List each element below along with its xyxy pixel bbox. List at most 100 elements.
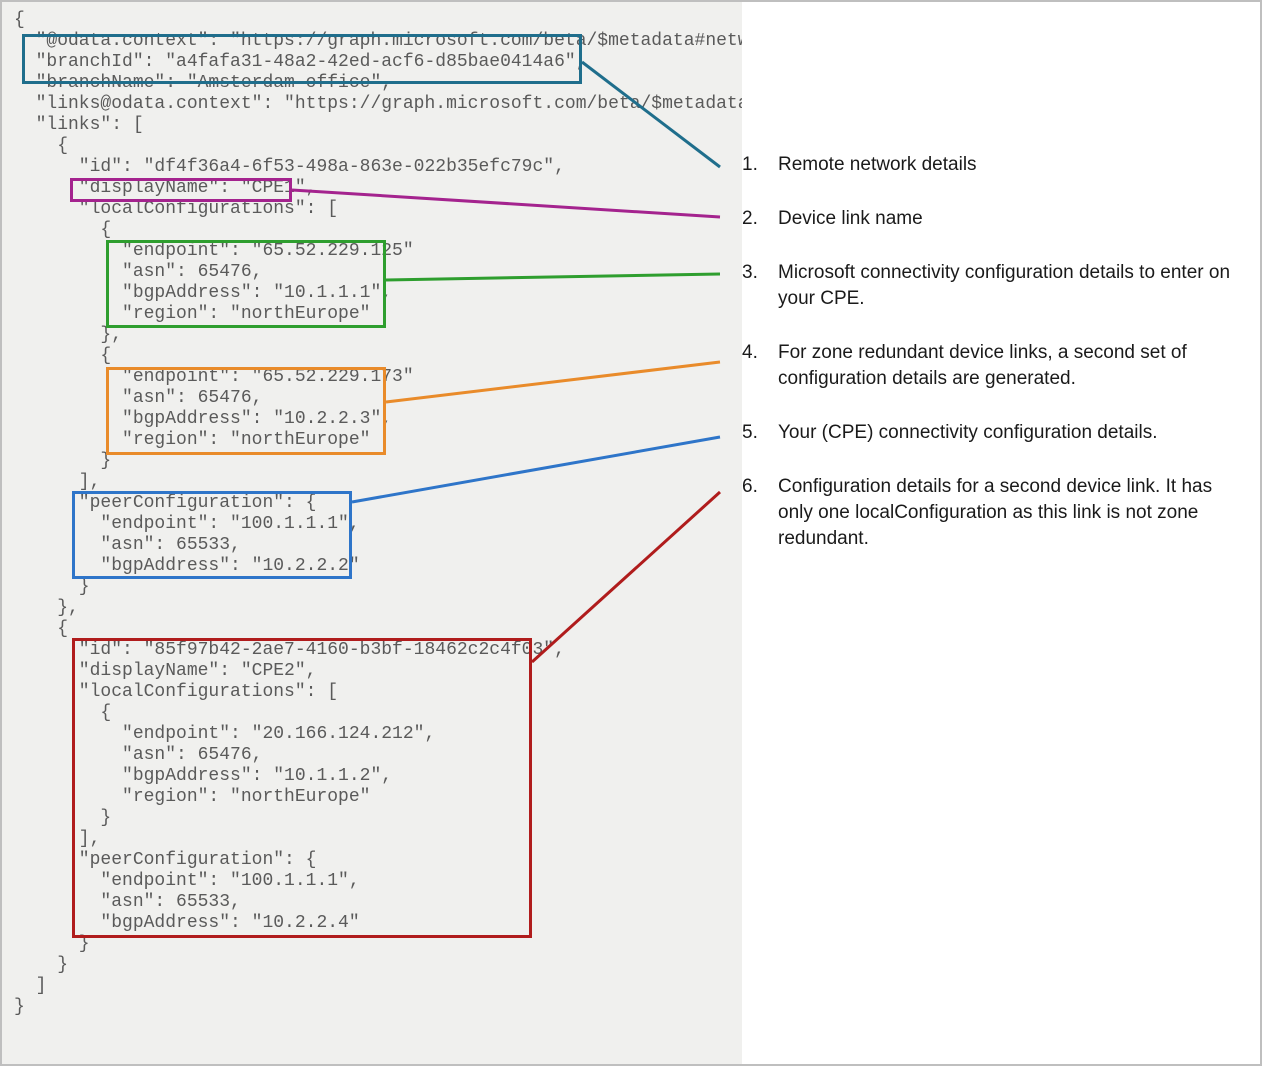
code-line: "peerConfiguration": { bbox=[14, 850, 742, 871]
code-text: "region": "northEurope" bbox=[14, 304, 370, 325]
code-text: ], bbox=[14, 472, 100, 493]
code-text: { bbox=[14, 703, 111, 724]
code-text: } bbox=[14, 808, 111, 829]
code-line: }, bbox=[14, 598, 742, 619]
code-text: }, bbox=[14, 325, 122, 346]
annotation-text: Remote network details bbox=[778, 152, 977, 178]
code-text: "displayName": "CPE1", bbox=[14, 178, 316, 199]
code-line: "region": "northEurope" bbox=[14, 304, 742, 325]
code-text: "branchName": "Amsterdam office", bbox=[14, 73, 392, 94]
code-line: "branchName": "Amsterdam office", bbox=[14, 73, 742, 94]
annotation-number: 5. bbox=[742, 420, 764, 446]
code-text: "endpoint": "100.1.1.1", bbox=[14, 514, 360, 535]
code-text: "localConfigurations": [ bbox=[14, 199, 338, 220]
code-text: "endpoint": "100.1.1.1", bbox=[14, 871, 360, 892]
code-line: "id": "85f97b42-2ae7-4160-b3bf-18462c2c4… bbox=[14, 640, 742, 661]
code-text: "asn": 65533, bbox=[14, 535, 241, 556]
code-line: "endpoint": "100.1.1.1", bbox=[14, 871, 742, 892]
annotation-list: 1. Remote network details 2. Device link na… bbox=[742, 2, 1262, 580]
code-text: "localConfigurations": [ bbox=[14, 682, 338, 703]
code-text: "asn": 65476, bbox=[14, 745, 262, 766]
code-text: } bbox=[14, 955, 68, 976]
code-text: "@odata.context": "https://graph.microso… bbox=[14, 31, 742, 52]
annotation-item: 6.Configuration details for a second dev… bbox=[742, 474, 1242, 552]
code-line: "endpoint": "20.166.124.212", bbox=[14, 724, 742, 745]
code-line: "asn": 65533, bbox=[14, 892, 742, 913]
annotation-item: 3. Microsoft connectivity configuration d… bbox=[742, 260, 1242, 312]
code-text: "asn": 65476, bbox=[14, 262, 262, 283]
code-line: "branchId": "a4fafa31-48a2-42ed-acf6-d85… bbox=[14, 52, 742, 73]
code-line: ], bbox=[14, 472, 742, 493]
code-text: "endpoint": "20.166.124.212", bbox=[14, 724, 435, 745]
code-line: "@odata.context": "https://graph.microso… bbox=[14, 31, 742, 52]
code-text: "asn": 65476, bbox=[14, 388, 262, 409]
code-line: } bbox=[14, 955, 742, 976]
code-text: "endpoint": "65.52.229.173" bbox=[14, 367, 414, 388]
code-line: "bgpAddress": "10.1.1.2", bbox=[14, 766, 742, 787]
code-line: "endpoint": "65.52.229.125" bbox=[14, 241, 742, 262]
code-line: { bbox=[14, 10, 742, 31]
code-text: "id": "df4f36a4-6f53-498a-863e-022b35efc… bbox=[14, 157, 565, 178]
annotation-number: 2. bbox=[742, 206, 764, 232]
code-line: "asn": 65533, bbox=[14, 535, 742, 556]
code-line: "endpoint": "65.52.229.173" bbox=[14, 367, 742, 388]
code-text: "links": [ bbox=[14, 115, 144, 136]
code-text: { bbox=[14, 619, 68, 640]
annotation-item: 1. Remote network details bbox=[742, 152, 1242, 178]
annotation-item: 5. Your (CPE) connectivity configuration … bbox=[742, 420, 1242, 446]
code-text: "bgpAddress": "10.2.2.4" bbox=[14, 913, 360, 934]
code-line: "bgpAddress": "10.2.2.2" bbox=[14, 556, 742, 577]
annotation-number: 4. bbox=[742, 340, 764, 392]
code-text: }, bbox=[14, 598, 79, 619]
code-text: ] bbox=[14, 976, 46, 997]
annotation-item: 4. For zone redundant device links, a sec… bbox=[742, 340, 1242, 392]
code-line: "displayName": "CPE1", bbox=[14, 178, 742, 199]
code-line: } bbox=[14, 451, 742, 472]
code-text: "endpoint": "65.52.229.125" bbox=[14, 241, 414, 262]
annotation-number: 3. bbox=[742, 260, 764, 312]
json-code-block: { "@odata.context": "https://graph.micro… bbox=[2, 2, 742, 1064]
annotation-number: 6. bbox=[742, 474, 764, 552]
annotation-text: For zone redundant device links, a secon… bbox=[778, 340, 1242, 392]
code-text: "id": "85f97b42-2ae7-4160-b3bf-18462c2c4… bbox=[14, 640, 565, 661]
code-line: "region": "northEurope" bbox=[14, 430, 742, 451]
code-line: "endpoint": "100.1.1.1", bbox=[14, 514, 742, 535]
code-text: "asn": 65533, bbox=[14, 892, 241, 913]
code-line: "peerConfiguration": { bbox=[14, 493, 742, 514]
code-text: { bbox=[14, 346, 111, 367]
code-line: "bgpAddress": "10.2.2.4" bbox=[14, 913, 742, 934]
code-text: } bbox=[14, 577, 90, 598]
code-text: "branchId": "a4fafa31-48a2-42ed-acf6-d85… bbox=[14, 52, 587, 73]
code-line: ] bbox=[14, 976, 742, 997]
code-line: } bbox=[14, 997, 742, 1018]
annotation-item: 2. Device link name bbox=[742, 206, 1242, 232]
code-text: { bbox=[14, 136, 68, 157]
code-text: "displayName": "CPE2", bbox=[14, 661, 316, 682]
code-text: "region": "northEurope" bbox=[14, 430, 370, 451]
code-line: } bbox=[14, 934, 742, 955]
annotation-text: Device link name bbox=[778, 206, 923, 232]
code-line: "bgpAddress": "10.1.1.1", bbox=[14, 283, 742, 304]
annotation-number: 1. bbox=[742, 152, 764, 178]
code-line: }, bbox=[14, 325, 742, 346]
code-line: ], bbox=[14, 829, 742, 850]
code-line: } bbox=[14, 808, 742, 829]
code-text: "links@odata.context": "https://graph.mi… bbox=[14, 94, 742, 115]
code-line: { bbox=[14, 703, 742, 724]
code-text: } bbox=[14, 451, 111, 472]
code-line: { bbox=[14, 136, 742, 157]
annotation-text: Your (CPE) connectivity configuration de… bbox=[778, 420, 1158, 446]
code-line: } bbox=[14, 577, 742, 598]
code-text: { bbox=[14, 10, 25, 31]
code-line: "asn": 65476, bbox=[14, 262, 742, 283]
code-text: "bgpAddress": "10.2.2.2" bbox=[14, 556, 360, 577]
code-line: "id": "df4f36a4-6f53-498a-863e-022b35efc… bbox=[14, 157, 742, 178]
code-line: { bbox=[14, 619, 742, 640]
code-line: { bbox=[14, 346, 742, 367]
code-line: "links": [ bbox=[14, 115, 742, 136]
code-line: "asn": 65476, bbox=[14, 388, 742, 409]
code-line: "displayName": "CPE2", bbox=[14, 661, 742, 682]
code-text: } bbox=[14, 934, 90, 955]
code-line: "localConfigurations": [ bbox=[14, 682, 742, 703]
annotation-text: Microsoft connectivity configuration det… bbox=[778, 260, 1242, 312]
